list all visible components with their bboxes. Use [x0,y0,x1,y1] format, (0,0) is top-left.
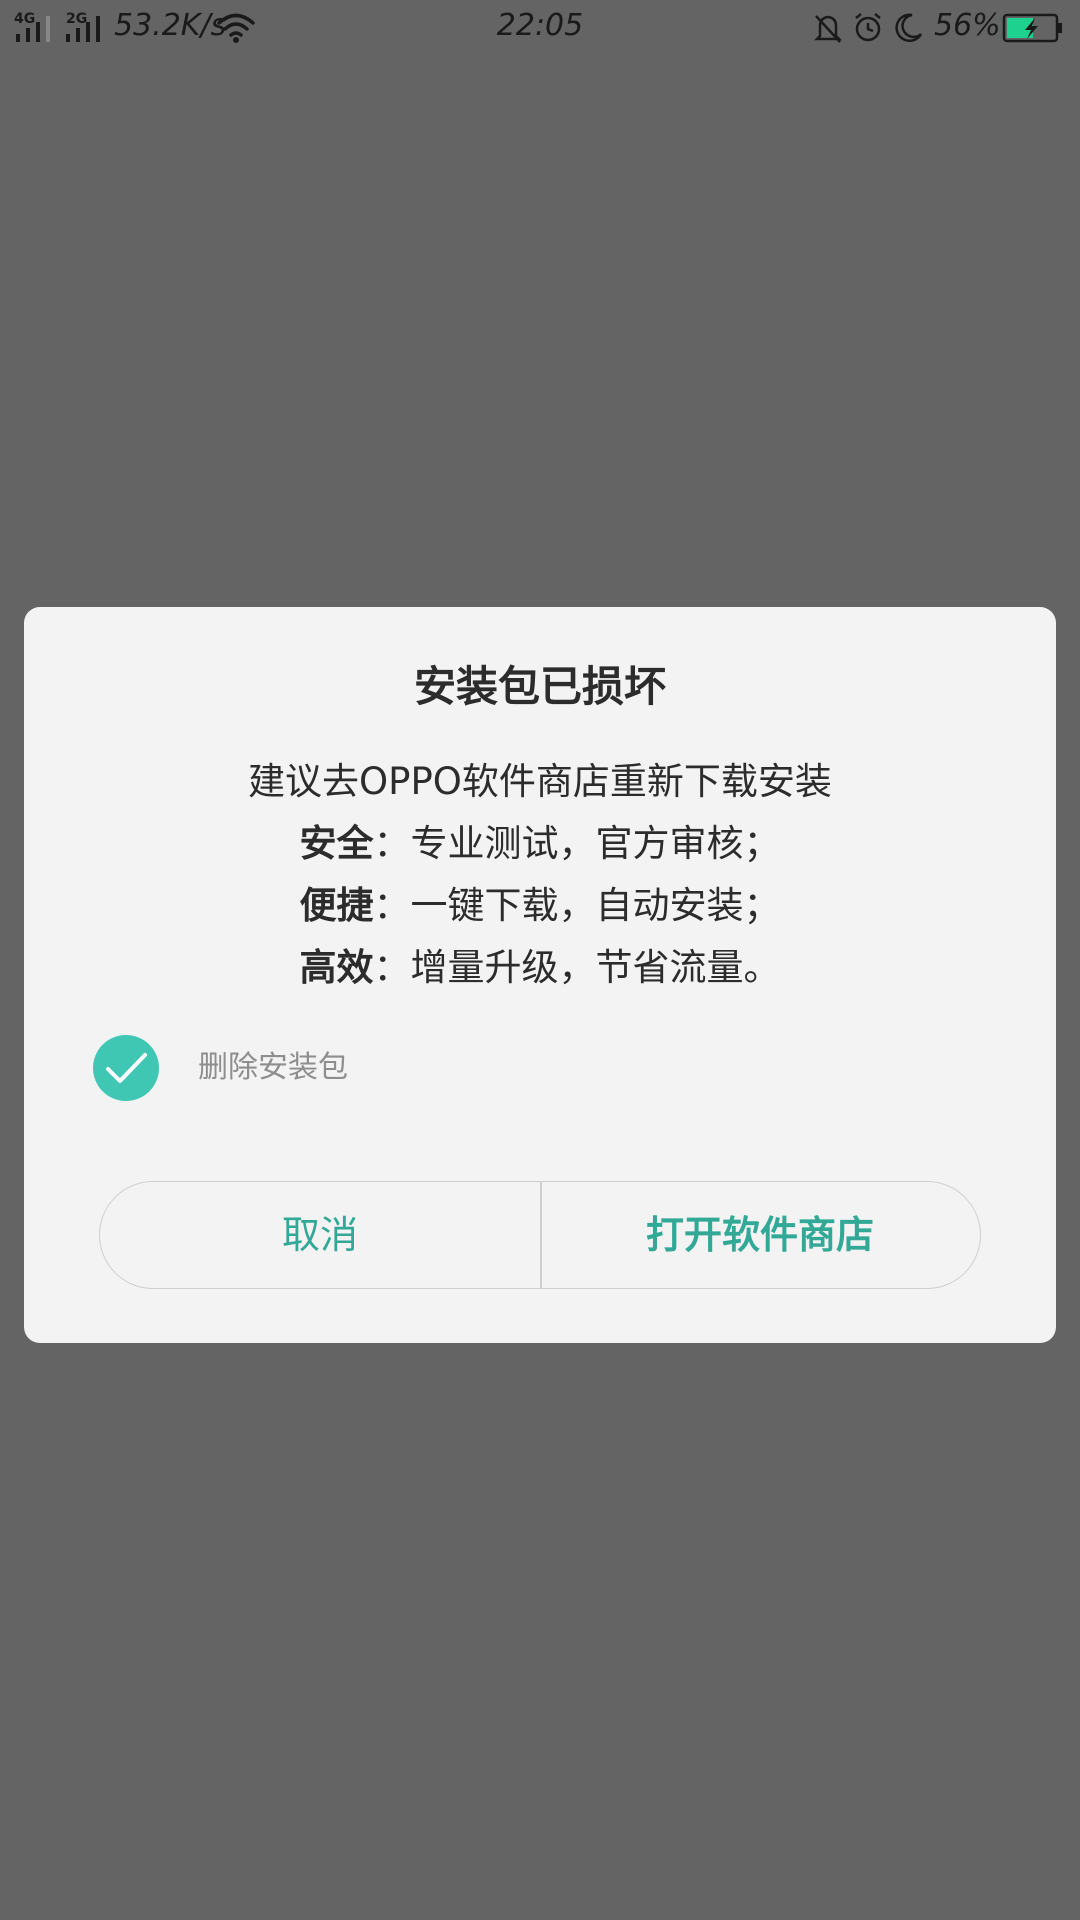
cancel-button[interactable]: 取消 [100,1182,540,1288]
alarm-icon [855,13,881,42]
feature-text: ：一键下载，自动安装； [373,884,781,927]
feature-label: 高效 [299,946,374,989]
dialog-button-group: 取消 打开软件商店 [99,1181,981,1289]
delete-package-label: 删除安装包 [198,1050,348,1085]
battery-percent: 56% [934,8,1001,43]
feature-line-convenience: 便捷：一键下载，自动安装； [24,875,1056,937]
checkmark-icon [106,1053,147,1083]
delete-package-option[interactable]: 删除安装包 [93,1035,693,1103]
recommendation-text: 建议去OPPO软件商店重新下载安装 [248,760,832,803]
feature-text: ：增量升级，节省流量。 [373,946,781,989]
dialog-message: 建议去OPPO软件商店重新下载安装 安全：专业测试，官方审核； 便捷：一键下载，… [24,751,1056,999]
moon-icon [895,13,923,43]
feature-line-efficiency: 高效：增量升级，节省流量。 [24,937,1056,999]
feature-label: 安全 [299,822,374,865]
feature-text: ：专业测试，官方审核； [373,822,781,865]
feature-label: 便捷 [299,884,374,927]
bell-off-icon [813,15,843,43]
status-bar: 4G 2G 53.2K/s 22:05 56% [0,0,1080,54]
dialog-title: 安装包已损坏 [413,662,666,711]
open-app-store-button[interactable]: 打开软件商店 [540,1182,980,1288]
battery-charging-icon [1002,13,1062,43]
feature-line-security: 安全：专业测试，官方审核； [24,813,1056,875]
corrupted-package-dialog: 安装包已损坏 建议去OPPO软件商店重新下载安装 安全：专业测试，官方审核； 便… [24,607,1056,1343]
delete-package-checkbox[interactable] [93,1035,159,1101]
